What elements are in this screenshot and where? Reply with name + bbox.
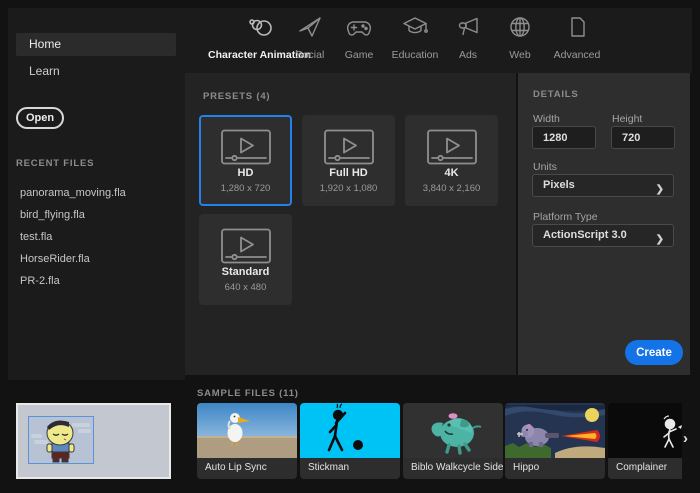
video-preset-icon [220,228,272,264]
preview-character-image [28,416,94,464]
video-preset-icon [220,129,272,165]
sample-name: Hippo [505,458,605,473]
preset-name: 4K [407,167,496,179]
project-preview-thumbnail[interactable] [16,403,171,479]
tab-label: Advanced [554,49,601,61]
platform-type-label: Platform Type [533,211,598,223]
biblo-creature-thumbnail [403,403,503,458]
units-label: Units [533,161,557,173]
complainer-thumbnail [608,403,682,458]
presets-panel: PRESETS (4) HD 1,280 x 720 [185,73,516,375]
width-label: Width [533,113,560,125]
tab-web[interactable]: Web [500,14,540,63]
preset-size: 1,920 x 1,080 [304,183,393,194]
preset-name: Standard [201,266,290,278]
presets-heading: PRESETS (4) [203,91,270,102]
tab-label: Game [345,49,374,61]
gamepad-icon [346,14,372,40]
details-panel: DETAILS Width Height Units Pixels ❯︎ Pla… [518,73,690,375]
sample-name: Stickman [300,458,400,473]
tab-ads[interactable]: Ads [449,14,487,63]
tab-label: Social [296,49,325,61]
recent-file-item[interactable]: panorama_moving.fla [20,187,180,207]
preset-card-standard[interactable]: Standard 640 x 480 [199,214,292,305]
seagull-beach-thumbnail [197,403,297,458]
recent-file-item[interactable]: bird_flying.fla [20,209,180,229]
animate-start-screen: Home Learn Open RECENT FILES panorama_mo… [0,0,700,493]
preset-card-4k[interactable]: 4K 3,840 x 2,160 [405,115,498,206]
recent-file-item[interactable]: PR-2.fla [20,275,180,295]
tab-label: Web [509,49,530,61]
preset-size: 1,280 x 720 [201,183,290,194]
height-label: Height [612,113,642,125]
platform-type-value: ActionScript 3.0 [543,229,627,241]
preset-size: 640 x 480 [201,282,290,293]
megaphone-icon [455,14,481,40]
sample-card-complainer[interactable]: Complainer [608,403,682,479]
units-value: Pixels [543,179,575,191]
details-heading: DETAILS [533,89,579,100]
recent-file-item[interactable]: test.fla [20,231,180,251]
preset-name: HD [201,167,290,179]
stickman-thumbnail [300,403,400,458]
sample-name: Biblo Walkcycle Side [403,458,503,473]
globe-icon [507,14,533,40]
samples-next-arrow[interactable]: › [683,431,688,446]
sample-card-hippo[interactable]: Hippo [505,403,605,479]
sidebar: Home Learn Open RECENT FILES panorama_mo… [8,8,185,380]
chevron-down-icon: ❯︎ [656,229,664,250]
sample-card-biblo-walkcycle[interactable]: Biblo Walkcycle Side [403,403,503,479]
sidebar-item-home[interactable]: Home [16,33,176,56]
preset-size: 3,840 x 2,160 [407,183,496,194]
paper-plane-icon [297,14,323,40]
sidebar-item-home-label: Home [29,37,61,51]
tab-game[interactable]: Game [337,14,381,63]
tab-label: Education [392,49,439,61]
video-preset-icon [426,129,478,165]
sample-name: Auto Lip Sync [197,458,297,473]
preset-name: Full HD [304,167,393,179]
character-animation-icon [246,14,274,40]
cartoon-character-illustration [29,417,94,464]
tab-education[interactable]: Education [385,14,445,63]
create-button[interactable]: Create [625,340,683,365]
tab-social[interactable]: Social [288,14,332,63]
sample-card-stickman[interactable]: Stickman [300,403,400,479]
platform-type-dropdown[interactable]: ActionScript 3.0 ❯︎ [532,224,674,247]
sample-card-auto-lip-sync[interactable]: Auto Lip Sync [197,403,297,479]
height-input[interactable] [611,126,675,149]
sidebar-item-learn-label: Learn [29,64,60,78]
recent-file-item[interactable]: HorseRider.fla [20,253,180,273]
width-input[interactable] [532,126,596,149]
graduation-cap-icon [402,14,428,40]
sidebar-item-learn[interactable]: Learn [16,60,176,83]
document-icon [564,14,590,40]
preset-card-full-hd[interactable]: Full HD 1,920 x 1,080 [302,115,395,206]
units-dropdown[interactable]: Pixels ❯︎ [532,174,674,197]
chevron-down-icon: ❯︎ [656,179,664,200]
sample-name: Complainer [608,458,682,473]
open-button[interactable]: Open [16,107,64,129]
category-tabbar: Character Animation Social Ga [185,8,692,73]
sample-files-heading: SAMPLE FILES (11) [197,388,299,399]
sample-files-row: Auto Lip Sync Stickman [197,403,682,479]
hippo-night-thumbnail [505,403,605,458]
recent-files-heading: RECENT FILES [16,158,94,169]
preset-card-hd[interactable]: HD 1,280 x 720 [199,115,292,206]
tab-advanced[interactable]: Advanced [548,14,606,63]
tab-label: Ads [459,49,477,61]
video-preset-icon [323,129,375,165]
